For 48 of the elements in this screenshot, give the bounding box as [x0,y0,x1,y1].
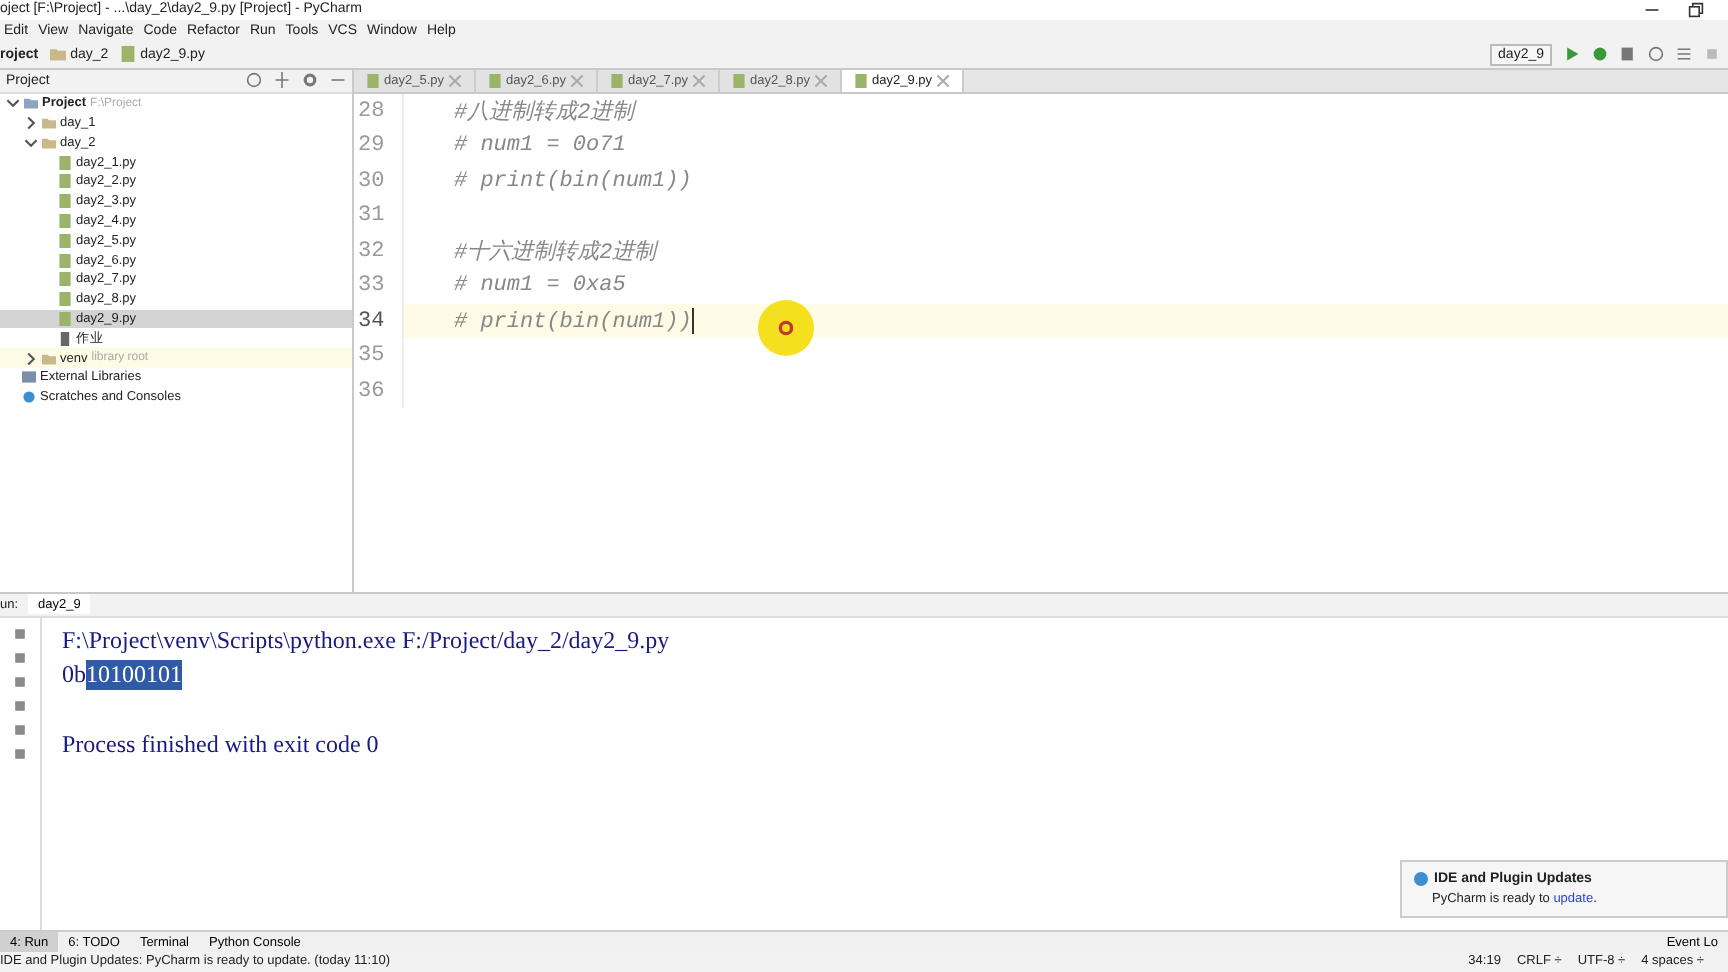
selected-text: 10100101 [86,660,182,691]
console-text: 0b [62,660,86,691]
chevron-down-icon [6,96,20,111]
python-file-icon [120,46,137,63]
line-number: 30 [354,163,404,199]
close-icon [936,73,950,88]
close-icon [448,73,462,88]
code-line: # num1 = 0xa5 [454,274,626,299]
list-icon [1676,46,1692,63]
code-line: # num1 = 0o71 [454,134,626,159]
line-number: 32 [354,233,404,269]
close-icon [814,73,828,88]
restore-icon [1688,1,1704,18]
close-icon [692,73,706,88]
line-number: 34 [354,303,404,339]
python-file-icon [854,73,868,88]
line-number: 29 [354,128,404,164]
chevron-down-icon [24,135,38,150]
code-line: # print(bin(num1)) [454,307,694,335]
click-indicator-icon [758,299,814,356]
python-file-icon [488,73,502,88]
line-number: 28 [354,93,404,129]
line-number: 36 [354,373,404,409]
code-line: # print(bin(num1)) [454,169,692,194]
folder-icon [50,46,67,63]
line-number: 31 [354,198,404,234]
python-file-icon [732,73,746,88]
line-number: 33 [354,268,404,304]
stop-icon [12,649,28,666]
line-number: 35 [354,338,404,374]
code-line: #八进制转成2进制 [454,98,635,127]
code-line: #十六进制转成2进制 [454,238,657,267]
chevron-right-icon [24,116,38,131]
console-text: F:\Project\venv\Scripts\python.exe F:/Project/day_2/day2_9.py [62,625,670,656]
folder-icon [42,351,56,366]
text-file-icon [58,331,72,346]
debug-icon [1592,46,1608,63]
scratch-icon [22,390,36,405]
close-icon [570,73,584,88]
python-file-icon [366,73,380,88]
info-icon [1414,872,1428,887]
library-icon [22,370,36,385]
chevron-right-icon [24,351,38,366]
console-text: Process finished with exit code 0 [62,730,379,761]
text-caret [691,307,694,334]
run-icon [1564,46,1580,63]
python-file-icon [610,73,624,88]
stop-icon [1704,46,1720,63]
